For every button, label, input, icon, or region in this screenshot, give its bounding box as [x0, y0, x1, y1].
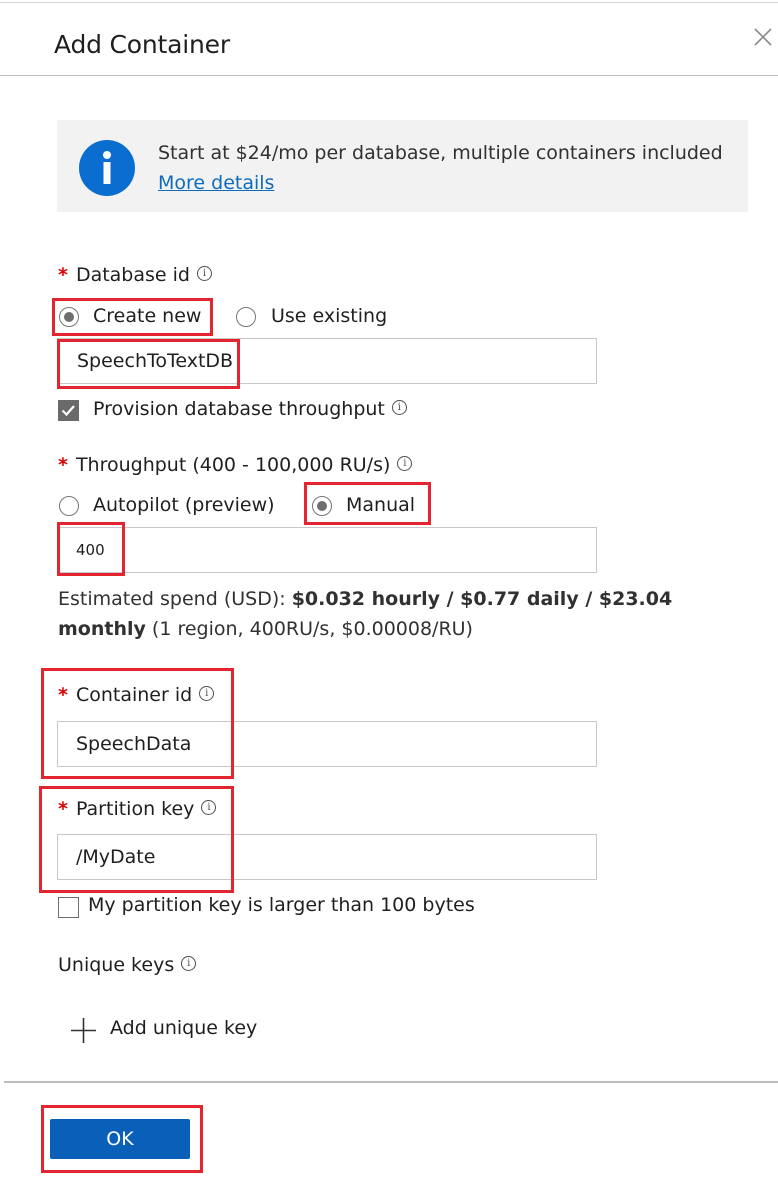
estimated-spend-text: Estimated spend (USD): $0.032 hourly / $…: [58, 588, 673, 640]
info-tooltip-icon[interactable]: i: [201, 800, 217, 815]
info-text: Start at $24/mo per database, multiple c…: [158, 142, 723, 164]
provision-throughput-label: Provision database throughput i: [93, 398, 407, 420]
database-id-input[interactable]: SpeechToTextDB: [57, 338, 597, 384]
container-id-label: * Container id i: [58, 684, 215, 706]
radio-use-existing-label[interactable]: Use existing: [271, 305, 387, 327]
top-border: [0, 2, 778, 3]
radio-manual[interactable]: [312, 496, 332, 516]
required-asterisk: *: [58, 798, 68, 820]
partition-key-input[interactable]: /MyDate: [57, 834, 597, 880]
throughput-input[interactable]: 400: [57, 527, 597, 573]
info-tooltip-icon[interactable]: i: [181, 956, 197, 971]
radio-create-new-label[interactable]: Create new: [93, 305, 201, 327]
partition-key-label: * Partition key i: [58, 798, 217, 820]
info-banner: [57, 120, 748, 212]
radio-create-new[interactable]: [59, 307, 79, 327]
database-id-label: * Database id i: [58, 264, 212, 286]
required-asterisk: *: [58, 454, 68, 476]
radio-autopilot[interactable]: [59, 496, 79, 516]
container-id-input[interactable]: SpeechData: [57, 721, 597, 767]
required-asterisk: *: [58, 684, 68, 706]
info-icon: [79, 140, 135, 196]
radio-autopilot-label[interactable]: Autopilot (preview): [93, 494, 275, 516]
required-asterisk: *: [58, 264, 68, 286]
large-partition-key-checkbox[interactable]: [58, 897, 79, 918]
add-unique-key-label[interactable]: Add unique key: [110, 1017, 257, 1039]
info-tooltip-icon[interactable]: i: [391, 400, 407, 415]
large-partition-key-label: My partition key is larger than 100 byte…: [88, 894, 475, 916]
unique-keys-label: Unique keys i: [58, 954, 197, 976]
info-tooltip-icon[interactable]: i: [397, 456, 413, 471]
ok-button[interactable]: OK: [50, 1119, 190, 1159]
header-divider: [0, 75, 778, 76]
radio-use-existing[interactable]: [236, 307, 256, 327]
footer-divider: [4, 1081, 778, 1083]
dialog-title: Add Container: [54, 30, 230, 59]
info-tooltip-icon[interactable]: i: [199, 686, 215, 701]
more-details-link[interactable]: More details: [158, 172, 274, 194]
provision-throughput-checkbox[interactable]: [58, 400, 79, 421]
radio-manual-label[interactable]: Manual: [346, 494, 415, 516]
close-icon[interactable]: [750, 24, 776, 50]
throughput-label: * Throughput (400 - 100,000 RU/s) i: [58, 454, 413, 476]
plus-icon: [70, 1017, 97, 1044]
info-tooltip-icon[interactable]: i: [196, 266, 212, 281]
